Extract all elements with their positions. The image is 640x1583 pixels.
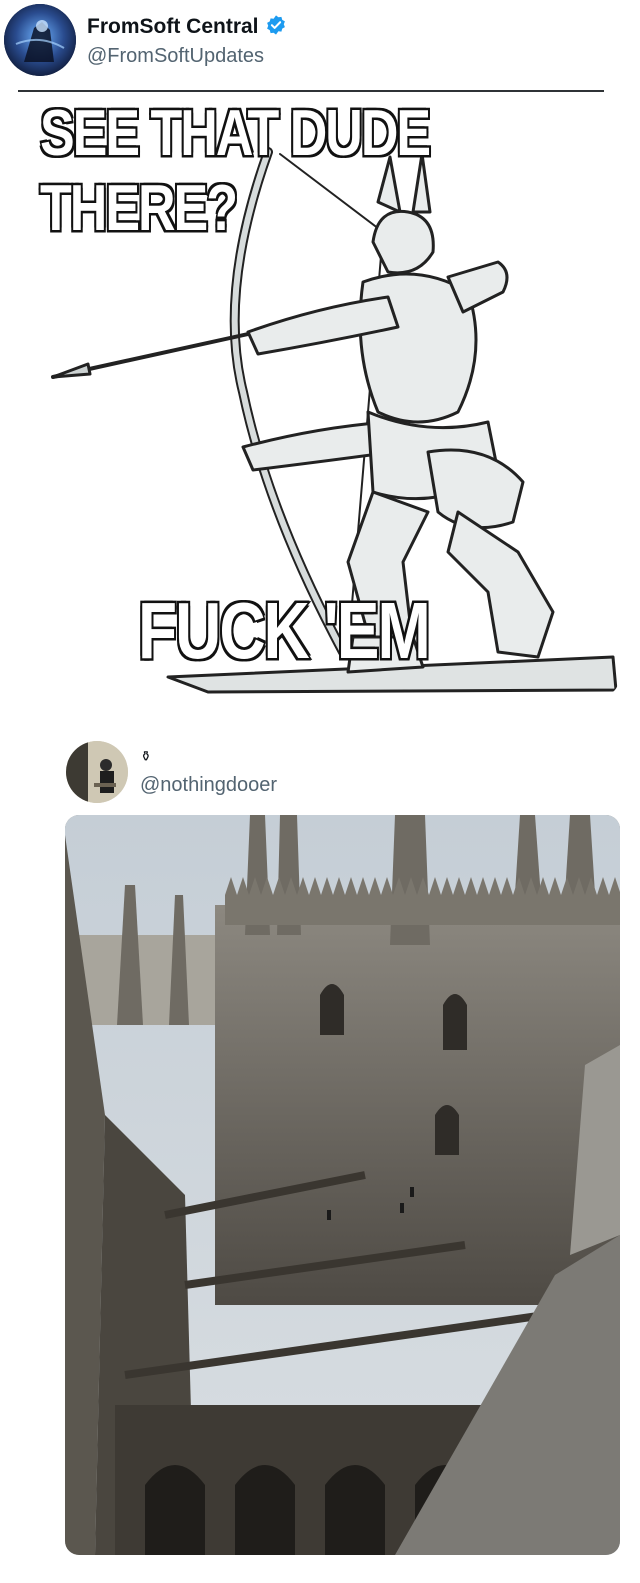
- meme-image[interactable]: SEE THAT DUDE THERE? FUCK 'EM: [18, 92, 618, 694]
- verified-badge-icon: [265, 14, 287, 42]
- reply-author-name[interactable]: ⚱: [140, 748, 152, 765]
- author-handle[interactable]: @FromSoftUpdates: [87, 45, 264, 68]
- reply-author-handle[interactable]: @nothingdooer: [140, 774, 277, 797]
- cathedral-drawing: [65, 815, 620, 1555]
- reply-avatar[interactable]: [66, 741, 128, 803]
- author-name[interactable]: FromSoft Central: [87, 15, 259, 38]
- cathedral-photo[interactable]: [65, 815, 620, 1555]
- author-avatar[interactable]: [4, 4, 76, 76]
- meme-top-caption: SEE THAT DUDE THERE?: [39, 95, 433, 246]
- meme-bottom-caption: FUCK 'EM: [137, 583, 433, 677]
- author-name-row[interactable]: FromSoft Central: [87, 14, 287, 42]
